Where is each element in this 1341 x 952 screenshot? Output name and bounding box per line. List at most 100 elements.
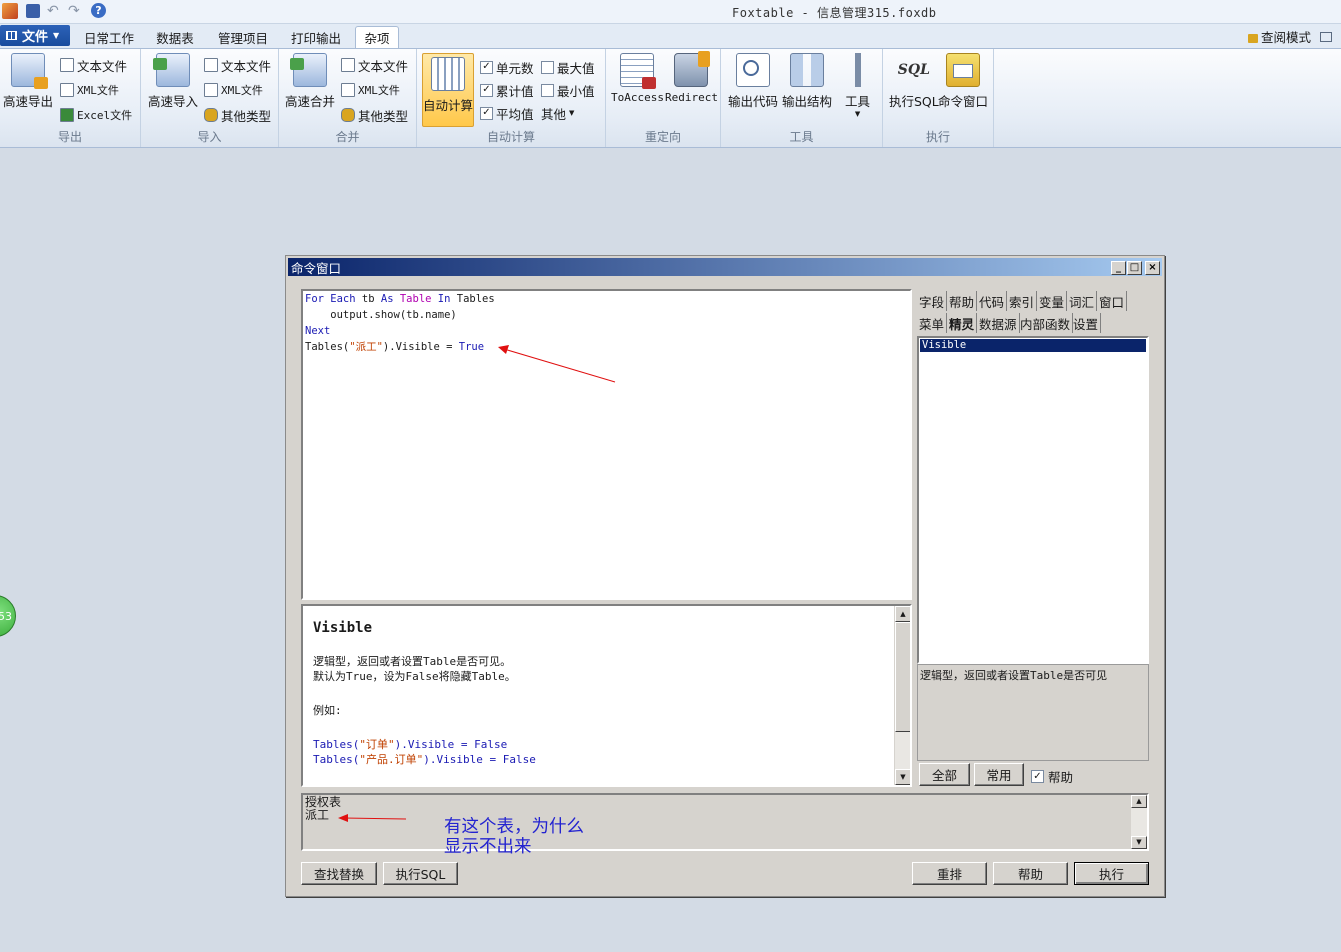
to-access-button[interactable]: ToAccess bbox=[611, 53, 664, 104]
output-pane[interactable]: 授权表 派工 ▲ ▼ bbox=[301, 793, 1149, 851]
redirect-button[interactable]: Redirect bbox=[665, 51, 718, 104]
caret-down-icon: ▼ bbox=[569, 109, 575, 117]
save-icon[interactable] bbox=[26, 4, 40, 18]
check-max[interactable]: 最大值 bbox=[541, 57, 595, 77]
app-logo-icon[interactable] bbox=[2, 3, 18, 19]
find-replace-button[interactable]: 查找替换 bbox=[301, 862, 377, 885]
help-text-line: 逻辑型，返回或者设置Table是否可见。 bbox=[313, 655, 512, 668]
scroll-down-icon[interactable]: ▼ bbox=[895, 769, 910, 785]
output-line: 派工 bbox=[305, 808, 330, 822]
tab-window[interactable]: 窗口 bbox=[1097, 291, 1128, 311]
scroll-down-icon[interactable]: ▼ bbox=[1131, 836, 1147, 849]
sql-icon: SQL bbox=[897, 62, 930, 78]
import-xml-file[interactable]: XML文件 bbox=[204, 80, 263, 100]
annotation-text: 有这个表，为什么 显示不出来 bbox=[444, 817, 584, 857]
check-cumulative[interactable]: ✓ 累计值 bbox=[480, 80, 534, 100]
group-export: 高速导出 文本文件 XML文件 Excel文件 导出 bbox=[0, 49, 141, 147]
list-item-selected[interactable]: Visible bbox=[920, 339, 1146, 352]
export-xml-file[interactable]: XML文件 bbox=[60, 80, 119, 100]
common-button[interactable]: 常用 bbox=[974, 763, 1024, 786]
help-scrollbar[interactable]: ▲ ▼ bbox=[894, 606, 910, 785]
tab-daily-work[interactable]: 日常工作 bbox=[79, 26, 139, 48]
group-label-exec: 执行 bbox=[925, 130, 950, 144]
scroll-thumb[interactable] bbox=[895, 622, 910, 732]
tab-help[interactable]: 帮助 bbox=[947, 291, 978, 311]
file-menu-button[interactable]: 文件 ▼ bbox=[0, 25, 70, 46]
scroll-up-icon[interactable]: ▲ bbox=[1131, 795, 1147, 808]
command-window-titlebar[interactable]: 命令窗口 _ □ × bbox=[288, 258, 1162, 276]
checkbox-checked-icon: ✓ bbox=[480, 106, 493, 120]
merge-other-type[interactable]: 其他类型 bbox=[341, 105, 408, 125]
scroll-up-icon[interactable]: ▲ bbox=[895, 606, 910, 622]
group-label-tools: 工具 bbox=[789, 130, 814, 144]
caret-down-icon: ▼ bbox=[854, 110, 861, 118]
tab-index[interactable]: 索引 bbox=[1007, 291, 1038, 311]
merge-xml-file[interactable]: XML文件 bbox=[341, 80, 400, 100]
tab-data-tables[interactable]: 数据表 bbox=[151, 26, 199, 48]
maximize-button[interactable]: □ bbox=[1127, 261, 1142, 275]
check-min[interactable]: 最小值 bbox=[541, 80, 595, 100]
check-cell-count[interactable]: ✓ 单元数 bbox=[480, 57, 534, 77]
minimize-button[interactable]: _ bbox=[1111, 261, 1126, 275]
reset-layout-button[interactable]: 重排 bbox=[912, 862, 987, 885]
member-list[interactable]: Visible bbox=[917, 336, 1149, 664]
check-average[interactable]: ✓ 平均值 bbox=[480, 103, 534, 123]
checkbox-empty-icon bbox=[541, 60, 554, 74]
all-button[interactable]: 全部 bbox=[919, 763, 970, 786]
export-structure-button[interactable]: 输出结构 bbox=[782, 53, 832, 110]
import-other-type[interactable]: 其他类型 bbox=[204, 105, 271, 125]
tab-code[interactable]: 代码 bbox=[977, 291, 1008, 311]
command-window-button[interactable]: 命令窗口 bbox=[938, 53, 988, 110]
close-button[interactable]: × bbox=[1145, 261, 1160, 275]
tab-print-output[interactable]: 打印输出 bbox=[285, 26, 347, 48]
fast-merge-button[interactable]: 高速合并 bbox=[285, 53, 335, 110]
tab-variables[interactable]: 变量 bbox=[1037, 291, 1068, 311]
excel-file-icon bbox=[60, 108, 74, 122]
checkbox-checked-icon: ✓ bbox=[480, 60, 493, 74]
tab-settings[interactable]: 设置 bbox=[1071, 313, 1102, 333]
ribbon-tab-bar: 文件 ▼ 日常工作 数据表 管理项目 打印输出 杂项 查阅模式 bbox=[0, 24, 1341, 48]
exec-sql-button[interactable]: 执行SQL bbox=[383, 862, 458, 885]
execute-button[interactable]: 执行 bbox=[1074, 862, 1149, 885]
help-example-line: Tables("产品.订单").Visible = False bbox=[313, 753, 536, 766]
export-text-file[interactable]: 文本文件 bbox=[60, 55, 127, 75]
tab-datasource[interactable]: 数据源 bbox=[977, 313, 1020, 333]
redo-icon[interactable]: ↷ bbox=[68, 3, 84, 19]
xml-file-icon bbox=[341, 83, 355, 97]
checkbox-empty-icon bbox=[541, 83, 554, 97]
tab-misc[interactable]: 杂项 bbox=[355, 26, 399, 48]
view-mode-button[interactable]: 查阅模式 bbox=[1248, 27, 1333, 46]
help-viewer[interactable]: Visible 逻辑型，返回或者设置Table是否可见。 默认为True，设为F… bbox=[301, 604, 912, 787]
code-line: Tables("派工").Visible = True bbox=[305, 341, 485, 353]
merge-text-file[interactable]: 文本文件 bbox=[341, 55, 408, 75]
output-scrollbar[interactable]: ▲ ▼ bbox=[1131, 795, 1147, 849]
tab-fields[interactable]: 字段 bbox=[917, 291, 948, 311]
export-excel-file[interactable]: Excel文件 bbox=[60, 105, 132, 125]
checkbox-checked-icon: ✓ bbox=[480, 83, 493, 97]
fast-import-button[interactable]: 高速导入 bbox=[148, 53, 198, 110]
help-text-line: 例如: bbox=[313, 704, 342, 717]
help-button[interactable]: 帮助 bbox=[993, 862, 1068, 885]
command-window-icon bbox=[946, 53, 980, 87]
export-code-button[interactable]: 输出代码 bbox=[728, 53, 778, 110]
code-editor[interactable]: For Each tb As Table In Tables output.sh… bbox=[301, 289, 912, 600]
exec-sql-ribbon-button[interactable]: SQL 执行SQL bbox=[889, 53, 939, 110]
tools-dropdown-button[interactable]: 工具 ▼ bbox=[845, 53, 870, 118]
group-autocalc: 自动计算 ✓ 单元数 ✓ 累计值 ✓ 平均值 最大值 最小值 其他 ▼ 自动计算 bbox=[417, 49, 606, 147]
xml-file-icon bbox=[60, 83, 74, 97]
right-panel-tabs: 字段 帮助 代码 索引 变量 词汇 窗口 菜单 精灵 数据源 内部函数 设置 bbox=[917, 289, 1149, 337]
fast-export-button[interactable]: 高速导出 bbox=[3, 53, 53, 110]
auto-calc-button[interactable]: 自动计算 bbox=[422, 53, 474, 127]
import-text-file[interactable]: 文本文件 bbox=[204, 55, 271, 75]
tab-builtin-functions[interactable]: 内部函数 bbox=[1018, 313, 1074, 333]
other-dropdown[interactable]: 其他 ▼ bbox=[541, 103, 574, 123]
undo-icon[interactable]: ↶ bbox=[47, 3, 63, 19]
tab-vocabulary[interactable]: 词汇 bbox=[1067, 291, 1098, 311]
tab-menu[interactable]: 菜单 bbox=[917, 313, 948, 333]
checkbox-checked-icon: ✓ bbox=[1031, 770, 1044, 783]
command-window: 命令窗口 _ □ × For Each tb As Table In Table… bbox=[285, 255, 1165, 897]
help-checkbox[interactable]: ✓ 帮助 bbox=[1031, 767, 1073, 786]
help-circle-icon[interactable]: ? bbox=[91, 3, 106, 18]
tab-manage-project[interactable]: 管理项目 bbox=[212, 26, 274, 48]
tab-wizard[interactable]: 精灵 bbox=[947, 313, 978, 333]
